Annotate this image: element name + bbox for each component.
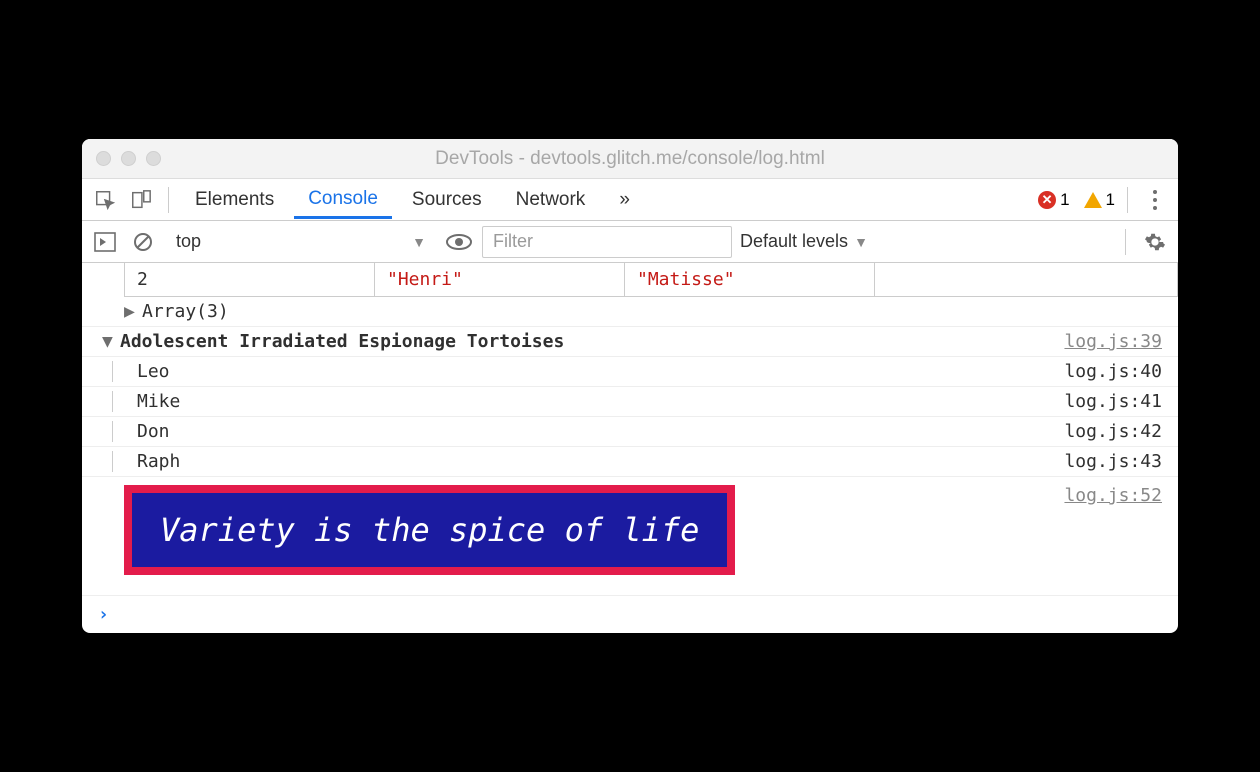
console-log-line: Raph log.js:43 (82, 447, 1178, 477)
source-link[interactable]: log.js:43 (1064, 451, 1162, 472)
tab-network[interactable]: Network (502, 181, 600, 219)
context-value: top (176, 231, 201, 252)
levels-label: Default levels (740, 231, 848, 252)
console-log-line: Leo log.js:40 (82, 357, 1178, 387)
source-link[interactable]: log.js:39 (1064, 331, 1162, 352)
divider (1127, 187, 1128, 213)
table-cell-empty (875, 263, 1177, 296)
toggle-sidebar-icon[interactable] (90, 227, 120, 257)
kebab-menu-icon[interactable] (1140, 185, 1170, 215)
log-text: Leo (137, 361, 170, 382)
warning-count-value: 1 (1106, 190, 1115, 210)
traffic-lights (96, 151, 161, 166)
window-titlebar: DevTools - devtools.glitch.me/console/lo… (82, 139, 1178, 179)
table-cell-index: 2 (125, 263, 375, 296)
inspect-element-icon[interactable] (90, 185, 120, 215)
zoom-window-button[interactable] (146, 151, 161, 166)
styled-message: Variety is the spice of life (124, 485, 735, 575)
clear-console-icon[interactable] (128, 227, 158, 257)
log-levels-select[interactable]: Default levels ▼ (740, 231, 868, 252)
source-link[interactable]: log.js:42 (1064, 421, 1162, 442)
filter-input[interactable] (482, 226, 732, 258)
log-text: Raph (137, 451, 180, 472)
tab-console[interactable]: Console (294, 180, 392, 219)
live-expression-icon[interactable] (444, 227, 474, 257)
group-title: Adolescent Irradiated Espionage Tortoise… (120, 331, 564, 352)
error-count-value: 1 (1060, 190, 1069, 210)
devtools-tabstrip: Elements Console Sources Network » ✕ 1 1 (82, 179, 1178, 221)
log-text: Mike (137, 391, 180, 412)
console-prompt[interactable]: › (82, 596, 1178, 633)
source-link[interactable]: log.js:52 (1064, 485, 1162, 575)
prompt-chevron-icon: › (98, 604, 109, 625)
expand-triangle-icon[interactable]: ▶ (124, 301, 138, 322)
console-settings-icon[interactable] (1140, 227, 1170, 257)
error-count[interactable]: ✕ 1 (1038, 190, 1069, 210)
console-output: 2 "Henri" "Matisse" ▶ Array(3) ▼ Adolesc… (82, 263, 1178, 633)
warning-count[interactable]: 1 (1076, 190, 1115, 210)
console-styled-message-line: Variety is the spice of life log.js:52 (82, 477, 1178, 596)
table-cell: "Matisse" (625, 263, 875, 296)
console-toolbar: top ▼ Default levels ▼ (82, 221, 1178, 263)
execution-context-select[interactable]: top ▼ (166, 227, 436, 257)
source-link[interactable]: log.js:40 (1064, 361, 1162, 382)
window-title: DevTools - devtools.glitch.me/console/lo… (82, 148, 1178, 170)
chevron-down-icon: ▼ (412, 234, 426, 250)
collapse-triangle-icon[interactable]: ▼ (102, 331, 116, 352)
console-table-row: 2 "Henri" "Matisse" (124, 263, 1178, 297)
table-cell: "Henri" (375, 263, 625, 296)
console-log-line: Mike log.js:41 (82, 387, 1178, 417)
source-link[interactable]: log.js:41 (1064, 391, 1162, 412)
log-text: Don (137, 421, 170, 442)
console-group-header[interactable]: ▼ Adolescent Irradiated Espionage Tortoi… (82, 327, 1178, 357)
error-icon: ✕ (1038, 191, 1056, 209)
tab-sources[interactable]: Sources (398, 181, 496, 219)
tabs-overflow[interactable]: » (605, 181, 644, 219)
devtools-window: DevTools - devtools.glitch.me/console/lo… (82, 139, 1178, 633)
array-preview-text: Array(3) (142, 301, 229, 322)
divider (168, 187, 169, 213)
chevron-down-icon: ▼ (854, 234, 868, 250)
warning-icon (1084, 192, 1102, 208)
divider (1125, 229, 1126, 255)
device-toolbar-icon[interactable] (126, 185, 156, 215)
minimize-window-button[interactable] (121, 151, 136, 166)
close-window-button[interactable] (96, 151, 111, 166)
console-array-preview[interactable]: ▶ Array(3) (82, 297, 1178, 327)
console-log-line: Don log.js:42 (82, 417, 1178, 447)
tab-elements[interactable]: Elements (181, 181, 288, 219)
